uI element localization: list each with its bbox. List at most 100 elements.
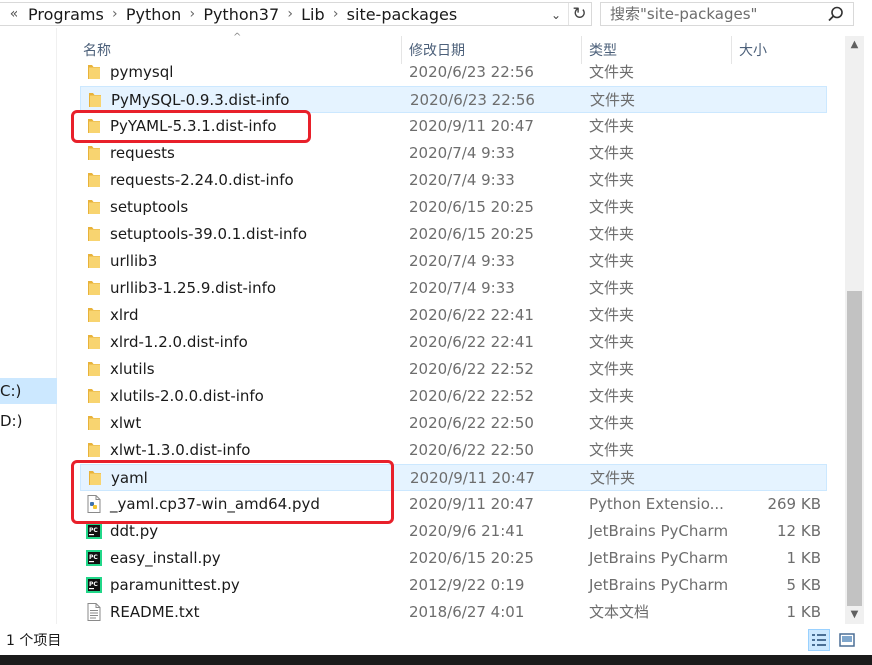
file-row[interactable]: PC easy_install.py 2020/6/15 20:25 JetBrain… <box>80 545 827 572</box>
file-size: 5 KB <box>786 576 821 594</box>
chevron-down-icon[interactable]: ⌄ <box>546 5 566 25</box>
file-name: xlrd <box>110 306 139 324</box>
file-row[interactable]: xlutils 2020/6/22 22:52 文件夹 <box>80 356 827 383</box>
file-name: requests <box>110 144 175 162</box>
address-bar[interactable]: « Programs › Python › Python37 › Lib › site-… <box>0 2 592 26</box>
file-type: 文件夹 <box>589 333 635 351</box>
file-row[interactable]: xlrd-1.2.0.dist-info 2020/6/22 22:41 文件夹 <box>80 329 827 356</box>
search-input[interactable] <box>610 5 810 23</box>
nav-item-drive-c[interactable]: C:) <box>0 378 57 404</box>
breadcrumb-separator-icon[interactable]: › <box>325 6 347 22</box>
file-date: 2020/9/11 20:47 <box>410 469 535 487</box>
breadcrumb-lib[interactable]: Lib › <box>301 5 347 24</box>
file-date: 2020/9/6 21:41 <box>409 522 525 540</box>
file-date: 2020/6/23 22:56 <box>410 91 535 109</box>
file-date: 2020/6/23 22:56 <box>409 64 534 81</box>
folder-icon <box>84 305 104 325</box>
column-header-size[interactable]: 大小 <box>732 36 828 64</box>
file-row[interactable]: pymysql 2020/6/23 22:56 文件夹 <box>80 64 827 86</box>
file-row[interactable]: xlwt 2020/6/22 22:50 文件夹 <box>80 410 827 437</box>
file-date: 2020/6/15 20:25 <box>409 198 534 216</box>
breadcrumb-programs[interactable]: Programs › <box>28 5 126 24</box>
selection-count: 1 个项目 <box>6 633 62 649</box>
folder-icon <box>84 251 104 271</box>
search-box[interactable] <box>600 2 854 26</box>
file-type: 文件夹 <box>589 144 635 162</box>
file-type: JetBrains PyCharm <box>589 522 729 540</box>
file-date: 2020/7/4 9:33 <box>409 144 515 162</box>
file-row[interactable]: requests-2.24.0.dist-info 2020/7/4 9:33 文件… <box>80 167 827 194</box>
folder-icon <box>84 224 104 244</box>
file-row[interactable]: xlutils-2.0.0.dist-info 2020/6/22 22:52 文件… <box>80 383 827 410</box>
file-type: JetBrains PyCharm <box>589 576 729 594</box>
file-row[interactable]: urllib3-1.25.9.dist-info 2020/7/4 9:33 文件夹 <box>80 275 827 302</box>
file-name: easy_install.py <box>110 549 221 567</box>
file-type: 文件夹 <box>589 171 635 189</box>
file-date: 2020/9/11 20:47 <box>409 495 534 513</box>
overflow-chevron-icon[interactable]: « <box>0 6 28 22</box>
breadcrumb-python[interactable]: Python › <box>126 5 203 24</box>
folder-icon <box>84 143 104 163</box>
file-name: xlrd-1.2.0.dist-info <box>110 333 248 351</box>
column-header-name[interactable]: 名称 <box>76 36 402 64</box>
breadcrumb-separator-icon[interactable]: › <box>104 6 126 22</box>
pycharm-file-icon: PC <box>84 548 104 568</box>
breadcrumb-separator-icon[interactable]: › <box>279 6 301 22</box>
large-icons-view-button[interactable] <box>836 629 858 651</box>
refresh-icon[interactable]: ↻ <box>568 3 590 25</box>
file-row[interactable]: PC paramunittest.py 2012/9/22 0:19 JetBrain… <box>80 572 827 599</box>
file-name: paramunittest.py <box>110 576 240 594</box>
file-date: 2012/9/22 0:19 <box>409 576 525 594</box>
scroll-up-icon[interactable]: ▲ <box>845 36 864 54</box>
vertical-scrollbar[interactable]: ▲ ▼ <box>845 36 864 624</box>
navigation-pane: C:) D:) <box>0 28 57 624</box>
file-type: 文件夹 <box>589 64 635 81</box>
status-bar: 1 个项目 <box>0 624 872 655</box>
svg-text:PC: PC <box>89 554 98 561</box>
file-type: 文本文档 <box>589 603 650 621</box>
file-date: 2020/6/22 22:52 <box>409 387 534 405</box>
folder-icon <box>84 386 104 406</box>
file-name: setuptools-39.0.1.dist-info <box>110 225 307 243</box>
breadcrumb-python37[interactable]: Python37 › <box>203 5 301 24</box>
breadcrumb-separator-icon[interactable]: › <box>181 6 203 22</box>
folder-icon <box>84 197 104 217</box>
file-row[interactable]: setuptools-39.0.1.dist-info 2020/6/15 20:… <box>80 221 827 248</box>
file-type: 文件夹 <box>589 117 635 135</box>
scroll-down-icon[interactable]: ▼ <box>845 606 864 624</box>
file-date: 2020/7/4 9:33 <box>409 279 515 297</box>
folder-icon <box>84 359 104 379</box>
scrollbar-thumb[interactable] <box>847 291 862 606</box>
file-size: 12 KB <box>777 522 821 540</box>
file-row[interactable]: urllib3 2020/7/4 9:33 文件夹 <box>80 248 827 275</box>
file-type: 文件夹 <box>589 198 635 216</box>
address-row: « Programs › Python › Python37 › Lib › site-… <box>0 0 872 28</box>
file-date: 2020/6/22 22:50 <box>409 441 534 459</box>
file-type: JetBrains PyCharm <box>589 549 729 567</box>
file-row[interactable]: requests 2020/7/4 9:33 文件夹 <box>80 140 827 167</box>
breadcrumb-site-packages[interactable]: site-packages <box>347 5 458 24</box>
file-row[interactable]: setuptools 2020/6/15 20:25 文件夹 <box>80 194 827 221</box>
column-header-type[interactable]: 类型 <box>582 36 732 64</box>
file-date: 2020/7/4 9:33 <box>409 171 515 189</box>
file-name: requests-2.24.0.dist-info <box>110 171 294 189</box>
nav-item-drive-d[interactable]: D:) <box>0 408 57 434</box>
taskbar-edge <box>0 655 872 665</box>
file-date: 2018/6/27 4:01 <box>409 603 525 621</box>
file-size: 1 KB <box>786 603 821 621</box>
file-type: 文件夹 <box>589 360 635 378</box>
column-header-date[interactable]: 修改日期 <box>402 36 582 64</box>
folder-icon <box>84 332 104 352</box>
file-name: xlwt <box>110 414 142 432</box>
highlight-box-yaml <box>71 460 394 524</box>
search-icon[interactable] <box>827 5 845 23</box>
file-row[interactable]: xlrd 2020/6/22 22:41 文件夹 <box>80 302 827 329</box>
details-view-icon <box>812 634 826 646</box>
file-date: 2020/7/4 9:33 <box>409 252 515 270</box>
file-row[interactable]: PyMySQL-0.9.3.dist-info 2020/6/23 22:56 文件… <box>80 86 827 113</box>
large-icons-view-icon <box>839 633 855 647</box>
pycharm-file-icon: PC <box>84 521 104 541</box>
file-row[interactable]: README.txt 2018/6/27 4:01 文本文档 1 KB <box>80 599 827 624</box>
svg-text:PC: PC <box>89 581 98 588</box>
details-view-button[interactable] <box>808 629 830 651</box>
